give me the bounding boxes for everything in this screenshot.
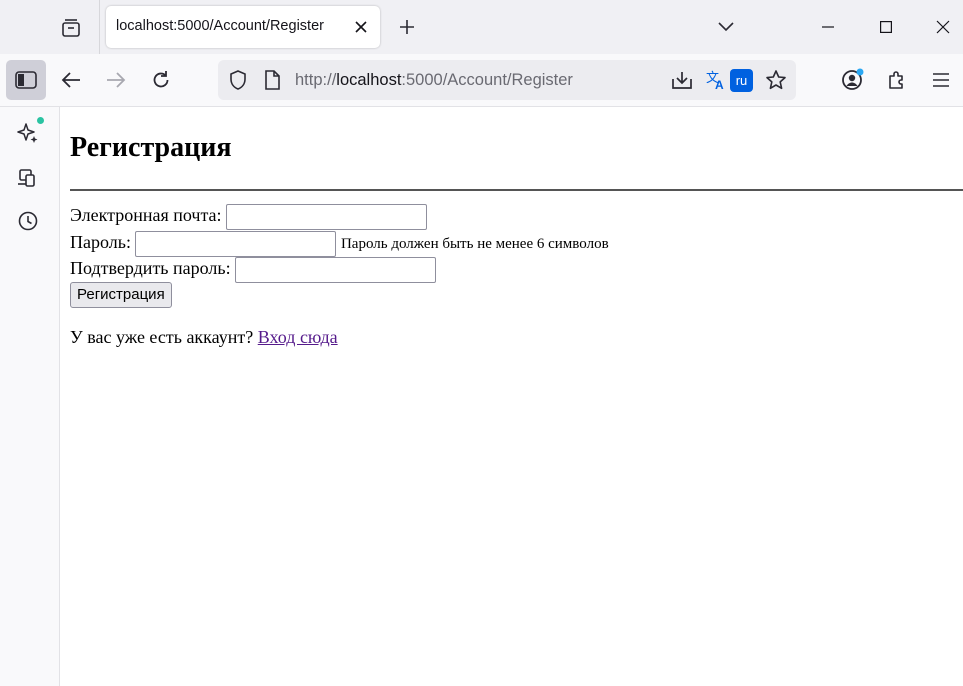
- close-window-icon[interactable]: [914, 0, 963, 54]
- url-scheme: http://: [295, 71, 337, 89]
- save-page-icon[interactable]: [670, 68, 694, 92]
- forward-arrow-icon[interactable]: [96, 60, 136, 100]
- tab-separator: [99, 0, 100, 54]
- svg-text:A: A: [715, 78, 724, 91]
- bookmark-star-icon[interactable]: [764, 68, 788, 92]
- tab-strip: localhost:5000/Account/Register: [0, 0, 963, 54]
- history-clock-icon[interactable]: [15, 208, 41, 234]
- tab-title: localhost:5000/Account/Register: [116, 18, 324, 34]
- account-icon[interactable]: [832, 60, 872, 100]
- page-title: Регистрация: [70, 132, 232, 163]
- ai-sparkle-icon[interactable]: [15, 117, 44, 146]
- navigation-toolbar: http://localhost:5000/Account/Register 文…: [0, 54, 963, 107]
- login-link[interactable]: Вход сюда: [258, 327, 338, 347]
- divider: [70, 189, 963, 191]
- minimize-window-icon[interactable]: [799, 0, 857, 54]
- list-all-tabs-chevron-icon[interactable]: [712, 13, 740, 41]
- password-hint: Пароль должен быть не менее 6 символов: [340, 236, 609, 252]
- password-label: Пароль:: [70, 232, 131, 252]
- menu-hamburger-icon[interactable]: [921, 60, 961, 100]
- translation-language-badge[interactable]: ru: [730, 69, 753, 92]
- tab-close-icon[interactable]: [351, 17, 371, 37]
- browser-sidebar: [0, 107, 60, 686]
- notification-dot: [37, 117, 44, 124]
- password-field[interactable]: [135, 230, 337, 257]
- new-tab-plus-icon[interactable]: [393, 13, 421, 41]
- login-prompt-line: У вас уже есть аккаунт? Вход сюда: [70, 327, 338, 348]
- shield-icon[interactable]: [226, 68, 250, 92]
- confirm-password-field[interactable]: [235, 256, 437, 283]
- translate-icon[interactable]: 文A: [704, 68, 728, 92]
- password-row: Пароль: Пароль должен быть не менее 6 си…: [70, 229, 609, 257]
- url-path: :5000/Account/Register: [401, 71, 573, 89]
- email-label: Электронная почта:: [70, 205, 222, 225]
- sidebar-toggle-icon[interactable]: [6, 60, 46, 100]
- address-bar[interactable]: http://localhost:5000/Account/Register 文…: [218, 60, 796, 100]
- email-field[interactable]: [226, 203, 428, 230]
- url-text[interactable]: http://localhost:5000/Account/Register: [295, 71, 573, 90]
- active-tab[interactable]: localhost:5000/Account/Register: [106, 6, 380, 48]
- tab-list-icon[interactable]: [56, 13, 86, 43]
- login-prompt: У вас уже есть аккаунт?: [70, 327, 254, 347]
- register-button[interactable]: Регистрация: [70, 282, 172, 308]
- maximize-window-icon[interactable]: [857, 0, 915, 54]
- page-content: Регистрация Электронная почта: Пароль: П…: [60, 107, 963, 686]
- email-row: Электронная почта:: [70, 202, 428, 230]
- synced-tabs-icon[interactable]: [15, 165, 41, 191]
- back-arrow-icon[interactable]: [51, 60, 91, 100]
- page-info-icon[interactable]: [260, 68, 284, 92]
- reload-icon[interactable]: [141, 60, 181, 100]
- confirm-password-row: Подтвердить пароль:: [70, 255, 437, 283]
- extensions-puzzle-icon[interactable]: [877, 60, 917, 100]
- confirm-password-label: Подтвердить пароль:: [70, 258, 231, 278]
- url-host: localhost: [336, 71, 402, 89]
